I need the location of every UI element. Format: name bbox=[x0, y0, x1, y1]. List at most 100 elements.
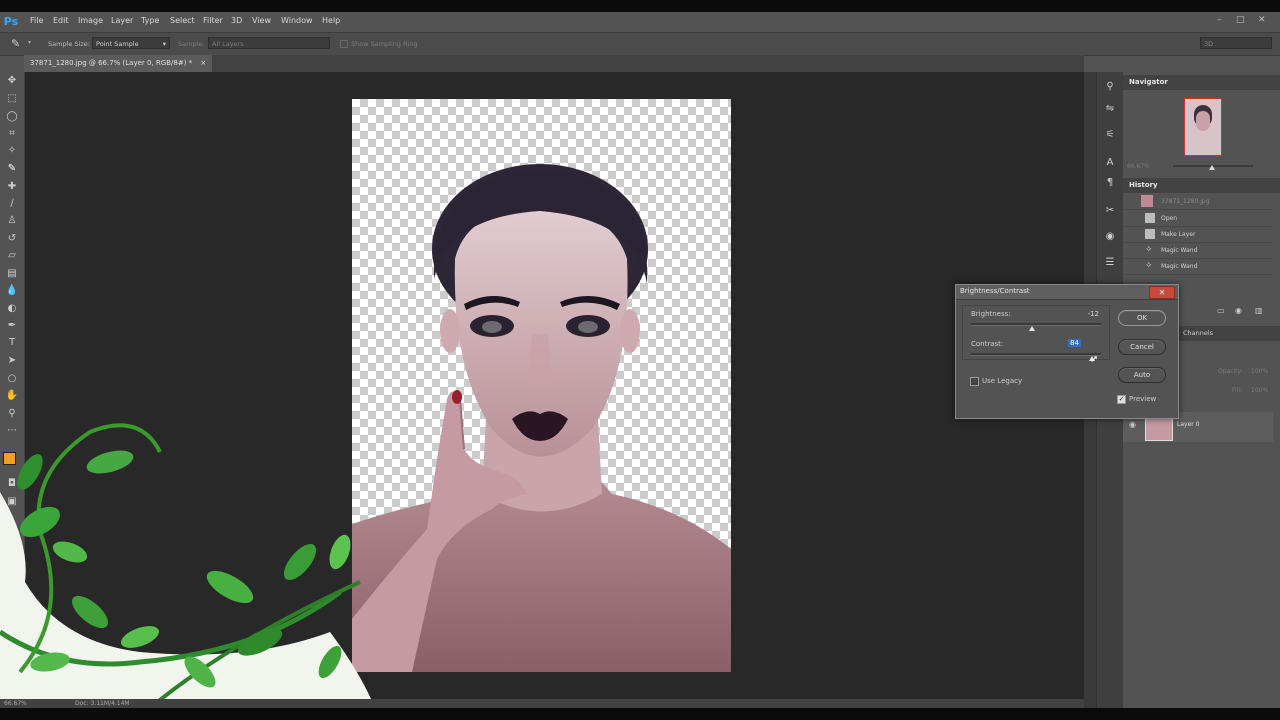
menu-edit[interactable]: Edit bbox=[53, 16, 69, 25]
dialog-close-button[interactable]: ✕ bbox=[1149, 286, 1175, 299]
path-selection-icon[interactable]: ➤ bbox=[5, 354, 19, 368]
adjustment-group: Brightness: -12 Contrast: 84 bbox=[962, 305, 1110, 361]
tools-presets-icon[interactable]: ✂ bbox=[1103, 204, 1117, 218]
styles-icon[interactable]: ◉ bbox=[1103, 230, 1117, 244]
menu-window[interactable]: Window bbox=[281, 16, 313, 25]
chevron-down-icon: ▾ bbox=[162, 40, 166, 48]
chevron-down-icon[interactable]: ▾ bbox=[28, 39, 31, 46]
magic-wand-icon: ✧ bbox=[1145, 245, 1153, 255]
workspace-select[interactable]: 3D bbox=[1200, 37, 1272, 49]
dodge-tool-icon[interactable]: ◐ bbox=[5, 302, 19, 316]
brush-tool-icon[interactable]: ∕ bbox=[5, 197, 19, 211]
menu-file[interactable]: File bbox=[30, 16, 43, 25]
brightness-slider-thumb[interactable] bbox=[1029, 326, 1035, 331]
zoom-level[interactable]: 66.67% bbox=[4, 699, 27, 708]
fill-value[interactable]: 100% bbox=[1251, 387, 1268, 394]
document-tab[interactable]: 37871_1280.jpg @ 66.7% (Layer 0, RGB/8#)… bbox=[24, 55, 213, 72]
history-item[interactable]: ✧ Magic Wand bbox=[1123, 243, 1273, 259]
menu-3d[interactable]: 3D bbox=[231, 16, 242, 25]
history-item-label: Make Layer bbox=[1161, 231, 1196, 238]
brightness-value[interactable]: -12 bbox=[1075, 310, 1099, 318]
navigator-title: Navigator bbox=[1129, 78, 1168, 86]
menu-type[interactable]: Type bbox=[141, 16, 159, 25]
document-canvas[interactable] bbox=[352, 99, 731, 672]
close-window-button[interactable]: ✕ bbox=[1258, 15, 1266, 25]
use-legacy-label: Use Legacy bbox=[982, 377, 1023, 385]
trash-icon[interactable]: ▥ bbox=[1255, 306, 1263, 315]
menu-image[interactable]: Image bbox=[78, 16, 103, 25]
lasso-tool-icon[interactable]: ◯ bbox=[5, 110, 19, 124]
brightness-slider[interactable] bbox=[971, 323, 1101, 326]
marquee-tool-icon[interactable]: ⬚ bbox=[5, 92, 19, 106]
contrast-value[interactable]: 84 bbox=[1068, 339, 1081, 347]
properties-icon[interactable]: ⚟ bbox=[1103, 128, 1117, 142]
leaf-decoration-overlay bbox=[0, 423, 375, 708]
history-item[interactable]: Make Layer bbox=[1123, 227, 1273, 243]
contrast-slider[interactable] bbox=[971, 353, 1101, 356]
crop-tool-icon[interactable]: ⌗ bbox=[5, 127, 19, 141]
history-title: History bbox=[1129, 181, 1158, 189]
menu-filter[interactable]: Filter bbox=[203, 16, 223, 25]
preview-checkbox[interactable]: ✓ bbox=[1117, 395, 1126, 404]
character-icon[interactable]: A bbox=[1103, 156, 1117, 170]
eye-icon[interactable]: ◉ bbox=[1129, 420, 1136, 429]
minimize-button[interactable]: – bbox=[1217, 15, 1222, 25]
shape-tool-icon[interactable]: ○ bbox=[5, 372, 19, 386]
blur-tool-icon[interactable]: 💧 bbox=[5, 284, 19, 298]
restore-button[interactable]: □ bbox=[1236, 15, 1245, 25]
hand-tool-icon[interactable]: ✋ bbox=[5, 389, 19, 403]
type-tool-icon[interactable]: T bbox=[5, 336, 19, 350]
history-item[interactable]: Open bbox=[1123, 211, 1273, 227]
status-bar: 66.67% Doc: 3.11M/4.14M bbox=[0, 699, 1084, 708]
eyedropper-icon[interactable]: ✎ bbox=[11, 37, 20, 50]
tab-channels[interactable]: Channels bbox=[1183, 329, 1213, 337]
eraser-tool-icon[interactable]: ▱ bbox=[5, 249, 19, 263]
use-legacy-checkbox[interactable] bbox=[970, 377, 979, 386]
history-snapshot[interactable]: 37871_1280.jpg bbox=[1123, 194, 1273, 210]
dialog-title: Brightness/Contrast bbox=[960, 287, 1030, 295]
move-tool-icon[interactable]: ✥ bbox=[5, 74, 19, 88]
close-tab-icon[interactable]: × bbox=[200, 59, 206, 67]
cursor-icon: ➚ bbox=[1090, 354, 1099, 365]
new-document-icon[interactable]: ▭ bbox=[1217, 306, 1225, 315]
menu-help[interactable]: Help bbox=[322, 16, 340, 25]
actions-icon[interactable]: ☰ bbox=[1103, 256, 1117, 270]
cancel-button[interactable]: Cancel bbox=[1118, 339, 1166, 355]
gradient-tool-icon[interactable]: ▤ bbox=[5, 267, 19, 281]
document-tab-bar: 37871_1280.jpg @ 66.7% (Layer 0, RGB/8#)… bbox=[24, 55, 1084, 72]
history-brush-icon[interactable]: ↺ bbox=[5, 232, 19, 246]
dialog-title-bar[interactable]: Brightness/Contrast ✕ bbox=[956, 285, 1178, 300]
navigator-slider-thumb[interactable] bbox=[1209, 165, 1215, 170]
history-item-label: Open bbox=[1161, 215, 1178, 222]
menu-select[interactable]: Select bbox=[170, 16, 195, 25]
navigator-header[interactable]: Navigator bbox=[1123, 75, 1280, 90]
clone-stamp-icon[interactable]: ♙ bbox=[5, 214, 19, 228]
eyedropper-tool-icon[interactable]: ✎ bbox=[5, 162, 19, 176]
portrait-image bbox=[352, 164, 731, 672]
history-item-label: Magic Wand bbox=[1161, 263, 1198, 270]
pen-tool-icon[interactable]: ✒ bbox=[5, 319, 19, 333]
history-header[interactable]: History bbox=[1123, 178, 1280, 193]
ok-button[interactable]: OK bbox=[1118, 310, 1166, 326]
healing-brush-icon[interactable]: ✚ bbox=[5, 180, 19, 194]
snapshot-camera-icon[interactable]: ◉ bbox=[1235, 306, 1242, 315]
opacity-value[interactable]: 100% bbox=[1251, 368, 1268, 375]
show-sampling-ring-checkbox[interactable] bbox=[340, 40, 348, 48]
history-item-label: Magic Wand bbox=[1161, 247, 1198, 254]
sample-size-value: Point Sample bbox=[96, 40, 139, 48]
sample-select[interactable]: All Layers bbox=[208, 37, 330, 49]
menu-layer[interactable]: Layer bbox=[111, 16, 133, 25]
menu-view[interactable]: View bbox=[252, 16, 271, 25]
magic-wand-icon[interactable]: ✧ bbox=[5, 144, 19, 158]
history-panel-icon[interactable]: ⚲ bbox=[1103, 80, 1117, 94]
sample-size-label: Sample Size: bbox=[48, 40, 90, 48]
navigator-zoom[interactable]: 66.67% bbox=[1127, 163, 1150, 170]
workspace-value: 3D bbox=[1204, 40, 1214, 48]
sample-size-select[interactable]: Point Sample ▾ bbox=[92, 37, 170, 49]
snapshot-thumbnail bbox=[1141, 195, 1153, 207]
auto-button[interactable]: Auto bbox=[1118, 367, 1166, 383]
paragraph-icon[interactable]: ¶ bbox=[1103, 176, 1117, 190]
adjustments-icon[interactable]: ⇋ bbox=[1103, 102, 1117, 116]
history-item[interactable]: ✧ Magic Wand bbox=[1123, 259, 1273, 275]
navigator-thumbnail[interactable] bbox=[1184, 98, 1222, 156]
